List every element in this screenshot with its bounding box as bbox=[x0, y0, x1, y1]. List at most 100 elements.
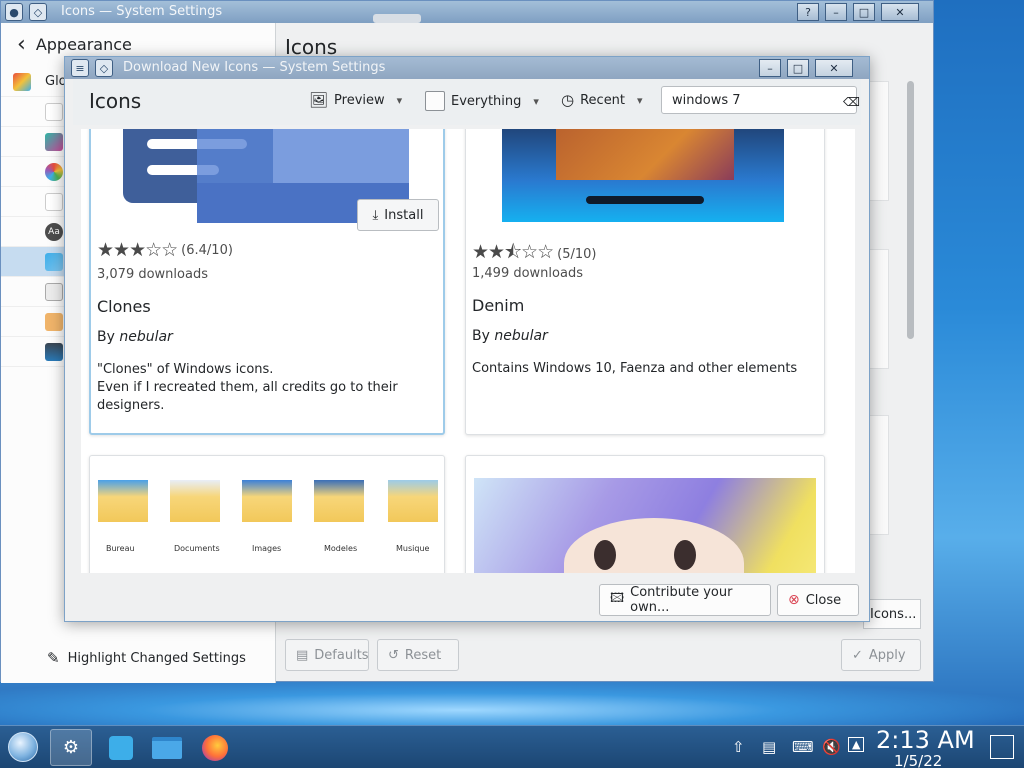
keyboard-icon[interactable]: ⌨ bbox=[792, 738, 814, 756]
back-button[interactable]: ‹ Appearance bbox=[17, 33, 132, 55]
image-icon: 🖼 bbox=[309, 91, 329, 109]
item-card-clones[interactable]: ⤓ Install ★★★☆☆ (6.4/10) 3,079 downloads… bbox=[89, 129, 445, 435]
description-line: "Clones" of Windows icons. bbox=[97, 362, 274, 377]
clock-time[interactable]: 2:13 AM bbox=[876, 726, 975, 754]
close-dialog-button[interactable]: ✕ bbox=[815, 59, 853, 77]
clear-search-icon[interactable]: ⌫ bbox=[843, 95, 860, 109]
help-button[interactable]: ? bbox=[797, 3, 819, 21]
items-grid[interactable]: ⤓ Install ★★★☆☆ (6.4/10) 3,079 downloads… bbox=[81, 129, 855, 573]
item-author: By nebular bbox=[97, 329, 173, 345]
cursor-icon bbox=[45, 283, 63, 301]
maximize-button[interactable]: □ bbox=[787, 59, 809, 77]
taskbar-discover[interactable] bbox=[100, 729, 142, 766]
color-wheel-icon bbox=[45, 163, 63, 181]
clock-icon: ◷ bbox=[561, 91, 575, 109]
defaults-button[interactable]: ▤ Defaults bbox=[285, 639, 369, 671]
app-style-icon bbox=[45, 133, 63, 151]
close-window-button[interactable]: ✕ bbox=[881, 3, 919, 21]
clock-date[interactable]: 1/5/22 bbox=[894, 752, 942, 768]
tray-expand-icon[interactable]: ▲ bbox=[848, 737, 865, 752]
settings-sliders-icon: ⚙ bbox=[62, 737, 80, 758]
apply-button[interactable]: ✓ Apply bbox=[841, 639, 921, 671]
folder-icon bbox=[170, 480, 220, 522]
folder-label: Musique bbox=[396, 544, 430, 553]
install-button[interactable]: ⤓ Install bbox=[357, 199, 439, 231]
global-theme-icon bbox=[13, 73, 31, 91]
gtk-icon bbox=[45, 313, 63, 331]
folder-label: Images bbox=[252, 544, 282, 553]
contribute-button[interactable]: 🖾 Contribute your own... bbox=[599, 584, 771, 616]
filter-dropdown[interactable]: Everything ▾ bbox=[425, 91, 539, 111]
get-new-icons-button[interactable]: Icons... bbox=[863, 599, 921, 629]
icons-grid-icon bbox=[45, 253, 63, 271]
clipboard-icon[interactable]: ▤ bbox=[762, 738, 776, 756]
item-card[interactable] bbox=[465, 455, 825, 573]
close-circle-icon: ⊗ bbox=[788, 592, 800, 608]
item-name[interactable]: Denim bbox=[472, 296, 524, 315]
search-input[interactable] bbox=[661, 86, 857, 114]
main-window-titlebar[interactable]: ● ◇ Icons — System Settings ? – □ ✕ bbox=[1, 1, 933, 23]
settings-scrollbar[interactable] bbox=[907, 81, 914, 339]
item-description: "Clones" of Windows icons. Even if I rec… bbox=[97, 361, 427, 415]
description-line: Contains Windows 10, Faenza and other el… bbox=[472, 361, 798, 376]
dialog-titlebar[interactable]: ≡ ◇ Download New Icons — System Settings… bbox=[65, 57, 869, 79]
folder-icon bbox=[388, 480, 438, 522]
dialog-heading: Icons bbox=[89, 89, 142, 113]
desktop-background bbox=[0, 680, 1024, 730]
download-icon: ⤓ bbox=[372, 207, 379, 223]
install-label: Install bbox=[384, 207, 424, 223]
filter-checkbox[interactable] bbox=[425, 91, 445, 111]
item-preview-image[interactable] bbox=[474, 478, 816, 573]
item-downloads: 3,079 downloads bbox=[97, 267, 208, 282]
close-label: Close bbox=[805, 592, 842, 608]
chevron-down-icon: ▾ bbox=[533, 94, 539, 108]
item-name[interactable]: Clones bbox=[97, 297, 151, 316]
apply-label: Apply bbox=[868, 647, 906, 663]
item-rating: ★★★☆☆ (6.4/10) bbox=[97, 239, 233, 261]
taskbar-system-settings[interactable]: ⚙ bbox=[50, 729, 92, 766]
show-desktop-button[interactable] bbox=[990, 735, 1014, 759]
window-decoration-icon bbox=[45, 193, 63, 211]
defaults-label: Defaults bbox=[314, 647, 369, 663]
minimize-button[interactable]: – bbox=[825, 3, 847, 21]
discover-icon bbox=[109, 735, 133, 760]
window-menu-icon[interactable]: ◇ bbox=[95, 59, 113, 77]
firefox-icon bbox=[202, 734, 228, 761]
start-menu-button[interactable] bbox=[8, 732, 38, 762]
contribute-label: Contribute your own... bbox=[630, 585, 733, 615]
description-line: Even if I recreated them, all credits go… bbox=[97, 380, 398, 395]
reset-label: Reset bbox=[404, 647, 442, 663]
app-menu-icon[interactable]: ● bbox=[5, 3, 23, 21]
folder-icon bbox=[152, 736, 182, 759]
folder-label: Bureau bbox=[106, 544, 135, 553]
preview-eye bbox=[674, 540, 696, 570]
taskbar-file-manager[interactable] bbox=[146, 729, 188, 766]
upload-image-icon: 🖾 bbox=[610, 591, 625, 606]
minimize-button[interactable]: – bbox=[759, 59, 781, 77]
rating-text: (5/10) bbox=[557, 246, 597, 262]
folder-icon bbox=[314, 480, 364, 522]
undo-icon: ↺ bbox=[388, 647, 399, 663]
window-menu-icon[interactable]: ◇ bbox=[29, 3, 47, 21]
volume-muted-icon[interactable]: 🔇 bbox=[822, 738, 841, 756]
close-button[interactable]: ⊗ Close bbox=[777, 584, 859, 616]
updates-icon[interactable]: ⇧ bbox=[732, 738, 745, 756]
taskbar-firefox[interactable] bbox=[194, 729, 236, 766]
defaults-icon: ▤ bbox=[296, 647, 309, 663]
item-card-denim[interactable]: ★★⯪☆☆ (5/10) 1,499 downloads Denim By ne… bbox=[465, 129, 825, 435]
reset-button[interactable]: ↺ Reset bbox=[377, 639, 459, 671]
author-name: nebular bbox=[119, 329, 173, 345]
preview-taskbar bbox=[586, 196, 704, 204]
view-mode-dropdown[interactable]: 🖼 Preview ▾ bbox=[309, 91, 402, 109]
app-menu-icon[interactable]: ≡ bbox=[71, 59, 89, 77]
item-preview-image[interactable] bbox=[466, 129, 824, 222]
folder-label: Documents bbox=[174, 544, 220, 553]
item-preview-image[interactable]: Bureau Documents Images Modeles Musique bbox=[90, 478, 444, 568]
item-card[interactable]: Bureau Documents Images Modeles Musique bbox=[89, 455, 445, 573]
maximize-button[interactable]: □ bbox=[853, 3, 875, 21]
chevron-down-icon: ▾ bbox=[396, 93, 403, 107]
item-description: Contains Windows 10, Faenza and other el… bbox=[472, 360, 802, 378]
highlight-changed-settings-button[interactable]: ✎ Highlight Changed Settings bbox=[47, 649, 246, 667]
sort-dropdown[interactable]: ◷ Recent ▾ bbox=[561, 91, 643, 109]
filter-label: Everything bbox=[451, 93, 522, 109]
